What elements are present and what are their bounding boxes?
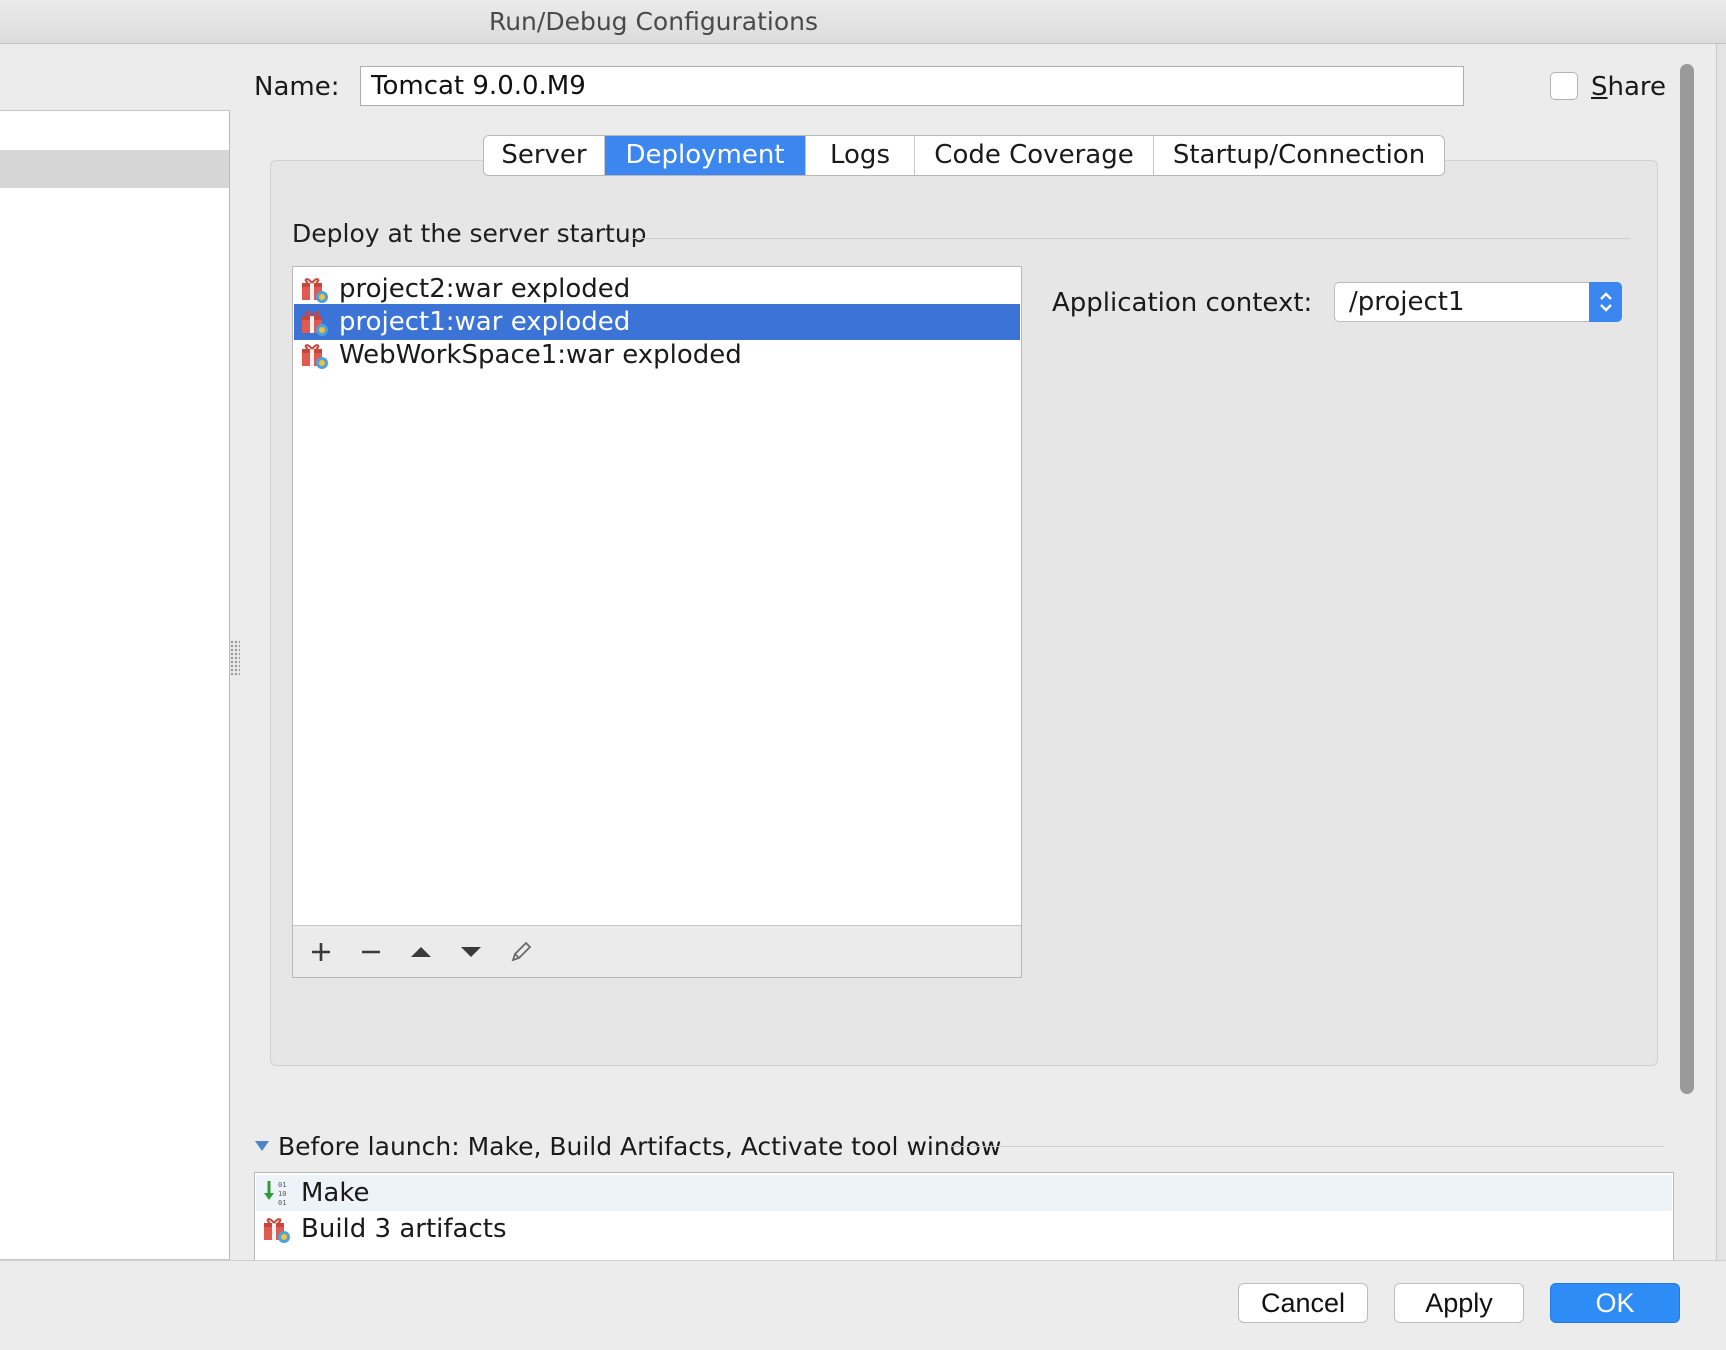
artifact-icon [264, 1218, 290, 1243]
collapse-triangle-icon[interactable] [254, 1140, 270, 1152]
title-bar: Run/Debug Configurations [0, 0, 1726, 44]
share-checkbox[interactable] [1550, 72, 1578, 100]
make-icon: 01 10 01 [264, 1181, 286, 1207]
window-title: Run/Debug Configurations [488, 7, 819, 36]
cancel-button[interactable]: Cancel [1238, 1283, 1368, 1323]
vertical-scrollbar[interactable] [1680, 64, 1694, 1094]
section-divider [630, 238, 1630, 239]
tab-startup-connection[interactable]: Startup/Connection [1154, 136, 1444, 175]
configurations-tree[interactable] [0, 110, 230, 1260]
tab-server[interactable]: Server [484, 136, 605, 175]
artifact-label: project2:war exploded [339, 274, 631, 304]
add-icon [312, 942, 330, 961]
artifact-row[interactable]: WebWorkSpace1:war exploded [294, 337, 1020, 373]
share-mnemonic: S [1591, 72, 1608, 102]
tree-selected-row[interactable] [0, 150, 229, 188]
artifact-row[interactable]: project2:war exploded [294, 271, 1020, 307]
move-down-icon [461, 946, 481, 957]
chevron-up-down-icon [1599, 292, 1612, 312]
svg-text:01: 01 [278, 1199, 286, 1207]
artifact-label: project1:war exploded [339, 307, 631, 337]
share-label[interactable]: Share [1591, 70, 1666, 104]
before-launch-list[interactable]: 01 10 01 Make Build 3 artifacts [254, 1172, 1674, 1262]
before-launch-label: Make [301, 1178, 370, 1208]
splitter-handle[interactable] [230, 640, 240, 676]
edit-button[interactable] [507, 938, 535, 966]
tab-logs[interactable]: Logs [806, 136, 915, 175]
application-context-select[interactable]: /project1 [1334, 282, 1622, 322]
list-toolbar [293, 925, 1021, 977]
section-divider [950, 1146, 1664, 1147]
tab-bar: Server Deployment Logs Code Coverage Sta… [483, 135, 1445, 176]
tab-deployment[interactable]: Deployment [605, 136, 806, 175]
select-arrows[interactable] [1589, 282, 1622, 322]
remove-button[interactable] [357, 938, 385, 966]
deploy-section-heading: Deploy at the server startup [292, 219, 647, 248]
add-button[interactable] [307, 938, 335, 966]
artifact-list[interactable]: project2:war exploded project1:war explo… [292, 266, 1022, 978]
application-context-label: Application context: [1052, 288, 1313, 318]
edit-pencil-icon [511, 941, 532, 961]
before-launch-label: Build 3 artifacts [301, 1214, 507, 1244]
artifact-label: WebWorkSpace1:war exploded [339, 340, 742, 370]
move-down-button[interactable] [457, 938, 485, 966]
before-launch-item-build-artifacts[interactable]: Build 3 artifacts [256, 1211, 1672, 1247]
application-context-value: /project1 [1349, 287, 1465, 317]
window-edge [1716, 44, 1726, 1350]
name-label: Name: [254, 72, 340, 102]
before-launch-heading[interactable]: Before launch: Make, Build Artifacts, Ac… [278, 1131, 1001, 1163]
apply-button[interactable]: Apply [1394, 1283, 1524, 1323]
tab-code-coverage[interactable]: Code Coverage [915, 136, 1154, 175]
svg-text:01: 01 [278, 1181, 286, 1189]
artifact-icon [302, 344, 328, 369]
move-up-button[interactable] [407, 938, 435, 966]
move-up-icon [411, 946, 431, 957]
name-input[interactable] [360, 66, 1464, 106]
artifact-row-selected[interactable]: project1:war exploded [294, 304, 1020, 340]
ok-button[interactable]: OK [1550, 1283, 1680, 1323]
remove-icon [362, 950, 380, 953]
artifact-icon [302, 278, 328, 303]
svg-text:10: 10 [278, 1190, 286, 1198]
share-label-text: hare [1607, 72, 1667, 102]
before-launch-item-make[interactable]: 01 10 01 Make [256, 1175, 1672, 1211]
artifact-icon [302, 311, 328, 336]
